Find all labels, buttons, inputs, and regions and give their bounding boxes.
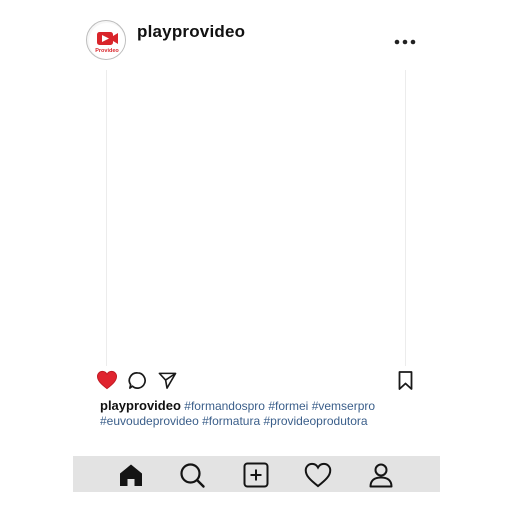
avatar-logo-text: Provideo (95, 48, 119, 54)
post-photo-frame (106, 70, 406, 366)
hashtag[interactable]: #euvoudeprovideo (100, 414, 199, 428)
hashtag[interactable]: #formei (268, 399, 308, 413)
home-icon[interactable] (117, 461, 145, 489)
post-caption: playprovideo #formandospro #formei #vems… (100, 398, 420, 429)
hashtag[interactable]: #vemserpro (312, 399, 375, 413)
activity-heart-icon[interactable] (304, 461, 332, 489)
more-options-icon[interactable] (392, 32, 418, 52)
share-icon[interactable] (158, 371, 177, 390)
hashtag[interactable]: #formandospro (184, 399, 265, 413)
bookmark-icon[interactable] (398, 371, 413, 390)
comment-icon[interactable] (128, 371, 147, 390)
provideo-logo: Provideo (89, 23, 125, 59)
hashtag[interactable]: #provideoprodutora (263, 414, 367, 428)
avatar[interactable]: Provideo (86, 20, 126, 60)
profile-icon[interactable] (367, 461, 395, 489)
caption-username[interactable]: playprovideo (100, 398, 181, 413)
add-post-icon[interactable] (242, 461, 270, 489)
bottom-nav-bar (73, 456, 440, 492)
search-icon[interactable] (178, 461, 206, 489)
hashtag[interactable]: #formatura (202, 414, 260, 428)
post-username[interactable]: playprovideo (137, 22, 245, 42)
heart-icon[interactable] (96, 370, 118, 390)
